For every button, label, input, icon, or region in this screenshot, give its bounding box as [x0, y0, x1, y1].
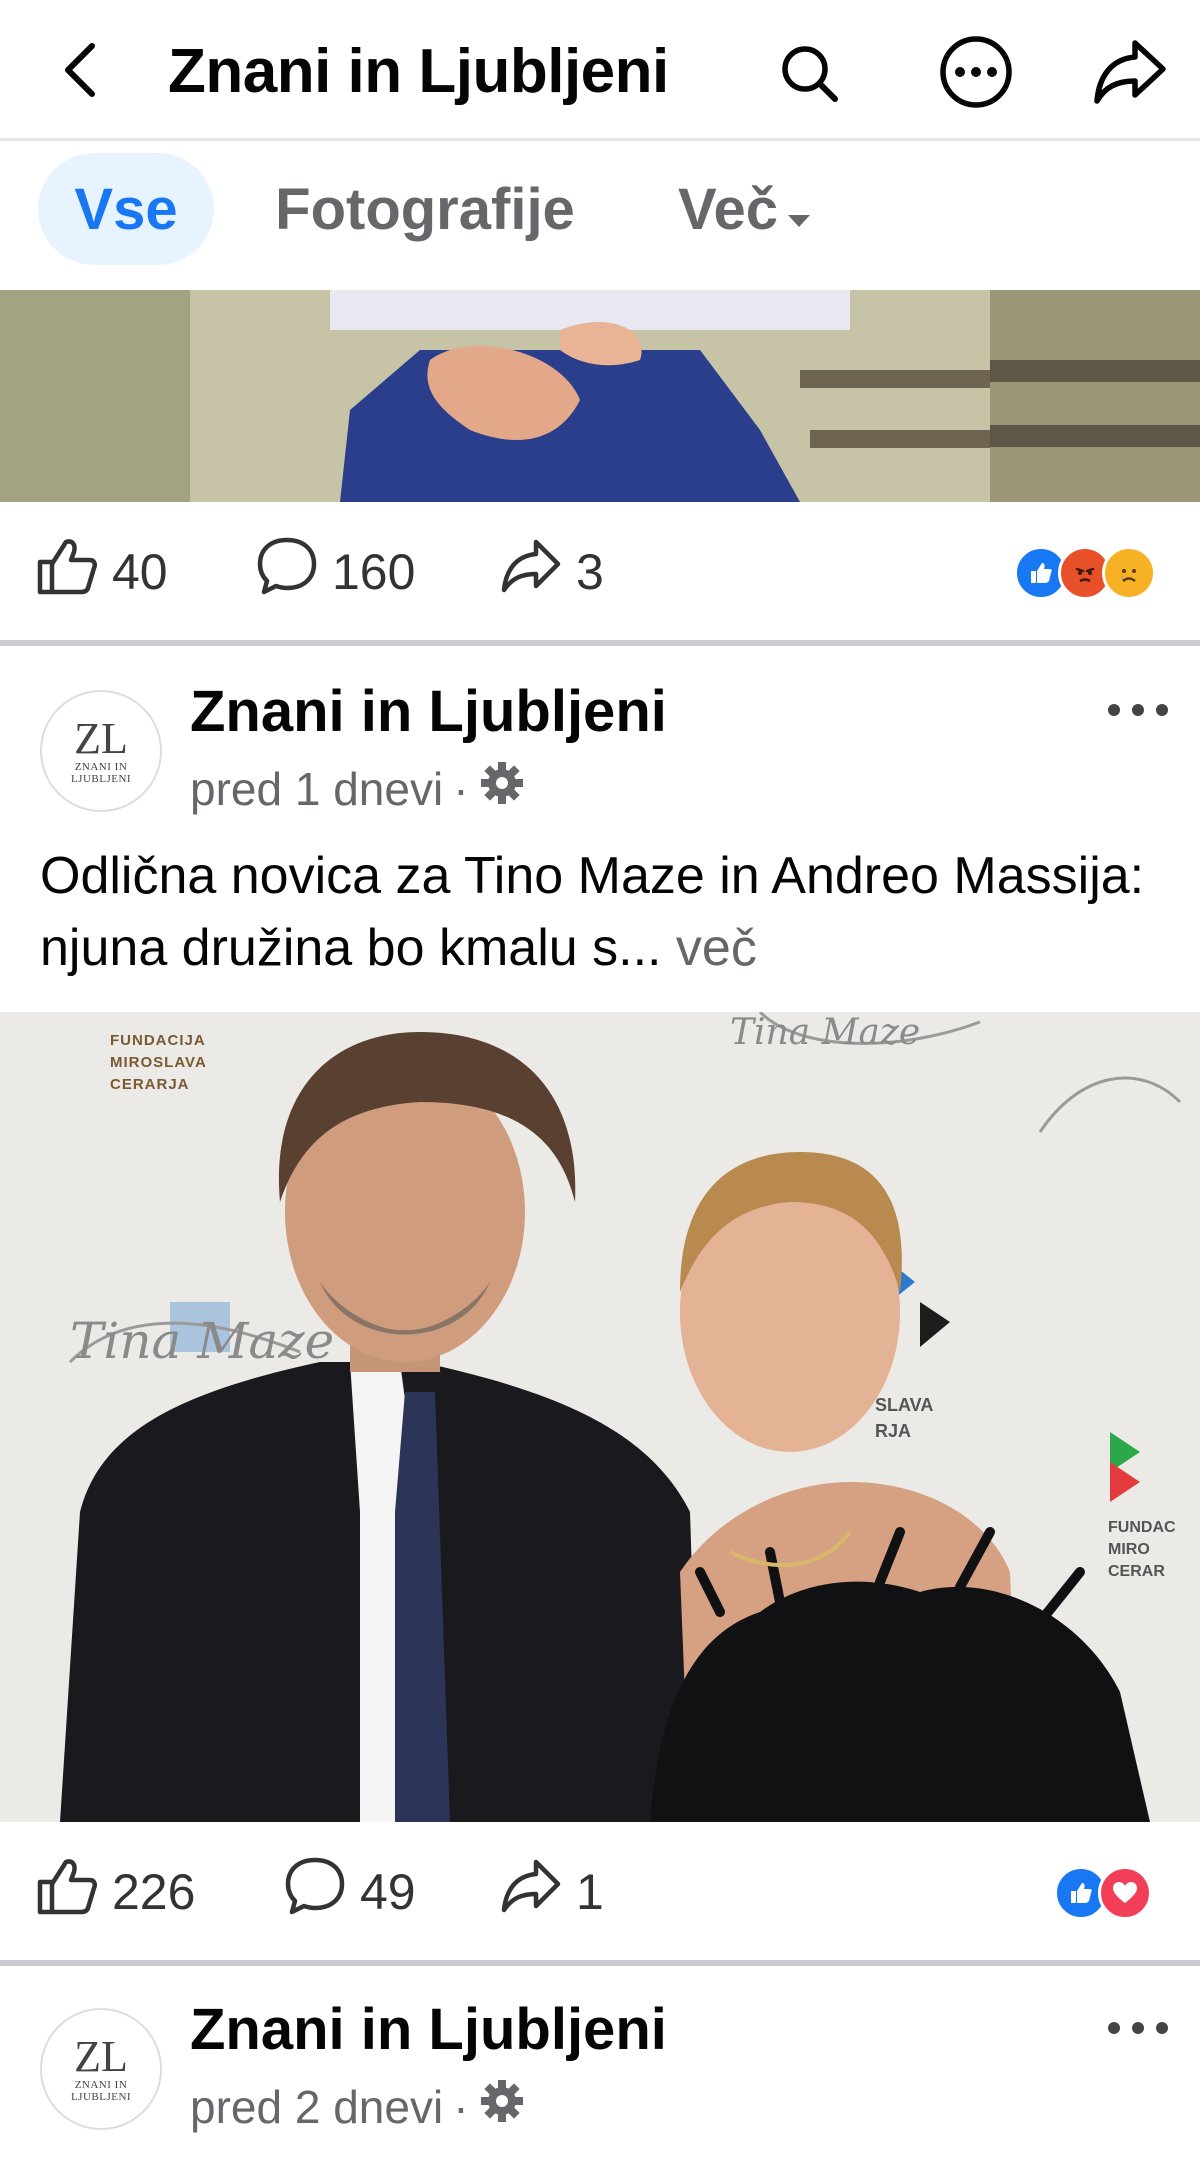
- logo-text-right-small: SLAVA RJA: [875, 1395, 933, 1441]
- post-actions: 40 160 3: [0, 502, 1200, 642]
- filter-tabs: Vse Fotografije Več: [0, 141, 1200, 289]
- gear-icon: [479, 760, 525, 817]
- thumbs-up-icon: [36, 536, 98, 608]
- post-meta: pred 2 dnevi ·: [190, 2078, 525, 2135]
- reaction-summary[interactable]: [1054, 1866, 1152, 1920]
- reaction-summary[interactable]: [1014, 546, 1156, 600]
- comment-button[interactable]: 49: [284, 1856, 416, 1928]
- top-bar: Znani in Ljubljeni: [0, 0, 1200, 141]
- like-button[interactable]: 226: [36, 1856, 195, 1928]
- share-count: 1: [576, 1864, 604, 1920]
- meta-separator: ·: [453, 762, 469, 815]
- share-button[interactable]: 3: [500, 538, 604, 606]
- share-arrow-icon: [500, 1858, 562, 1926]
- avatar-monogram: ZL: [74, 2032, 128, 2081]
- share-count: 3: [576, 544, 604, 600]
- caret-down-icon: [786, 176, 812, 243]
- post-author[interactable]: Znani in Ljubljeni: [190, 678, 667, 745]
- avatar-subtext: ZNANI IN LJUBLJENI: [70, 761, 132, 785]
- thumbs-up-icon: [36, 1856, 98, 1928]
- avatar-subtext: ZNANI IN LJUBLJENI: [70, 2079, 132, 2103]
- signature-mid: Tina Maze: [70, 1312, 335, 1370]
- avatar[interactable]: ZL ZNANI IN LJUBLJENI: [40, 690, 162, 812]
- like-button[interactable]: 40: [36, 536, 168, 608]
- comment-count: 49: [360, 1864, 416, 1920]
- post-body: Odlična novica za Tino Maze in Andreo Ma…: [40, 847, 1145, 977]
- meta-separator: ·: [453, 2080, 469, 2133]
- tab-all[interactable]: Vse: [38, 153, 214, 265]
- more-options-icon[interactable]: [934, 30, 1018, 114]
- post-more-icon[interactable]: [1098, 690, 1178, 730]
- avatar[interactable]: ZL ZNANI IN LJUBLJENI: [40, 2008, 162, 2130]
- logo-text-left: FUNDACIJA MIROSLAVA CERARJA: [110, 1032, 207, 1093]
- avatar-monogram: ZL: [74, 714, 128, 763]
- tab-label: Vse: [74, 176, 178, 242]
- comment-count: 160: [332, 544, 416, 600]
- page-title: Znani in Ljubljeni: [168, 37, 669, 106]
- post-divider: [0, 640, 1200, 646]
- post-meta: pred 1 dnevi ·: [190, 760, 525, 817]
- see-more-link[interactable]: več: [676, 919, 757, 977]
- post-more-icon[interactable]: [1098, 2008, 1178, 2048]
- post-actions: 226 49 1: [0, 1822, 1200, 1962]
- comment-icon: [256, 536, 318, 608]
- comment-button[interactable]: 160: [256, 536, 415, 608]
- tab-label: Fotografije: [275, 176, 575, 242]
- post-photo[interactable]: FUNDACIJA MIROSLAVA CERARJA Tina Maze Ti…: [0, 1012, 1200, 1822]
- post-time[interactable]: pred 1 dnevi: [190, 762, 443, 816]
- post-author[interactable]: Znani in Ljubljeni: [190, 1996, 667, 2063]
- logo-text-right: FUNDAC MIRO CERAR: [1108, 1519, 1176, 1580]
- share-button[interactable]: 1: [500, 1858, 604, 1926]
- love-reaction-icon: [1098, 1866, 1152, 1920]
- share-icon[interactable]: [1088, 30, 1172, 114]
- like-count: 226: [112, 1864, 196, 1920]
- tab-photos[interactable]: Fotografije: [270, 153, 580, 265]
- tab-label: Več: [678, 176, 778, 242]
- sad-reaction-icon: [1102, 546, 1156, 600]
- like-count: 40: [112, 544, 168, 600]
- back-arrow-icon[interactable]: [40, 30, 120, 110]
- previous-post-photo[interactable]: [0, 290, 1200, 502]
- search-icon[interactable]: [770, 34, 850, 114]
- share-arrow-icon: [500, 538, 562, 606]
- tab-more[interactable]: Več: [660, 153, 830, 265]
- post-text: Odlična novica za Tino Maze in Andreo Ma…: [40, 840, 1170, 984]
- comment-icon: [284, 1856, 346, 1928]
- gear-icon: [479, 2078, 525, 2135]
- post-divider: [0, 1960, 1200, 1966]
- signature-top: Tina Maze: [730, 1012, 921, 1053]
- post-time[interactable]: pred 2 dnevi: [190, 2080, 443, 2134]
